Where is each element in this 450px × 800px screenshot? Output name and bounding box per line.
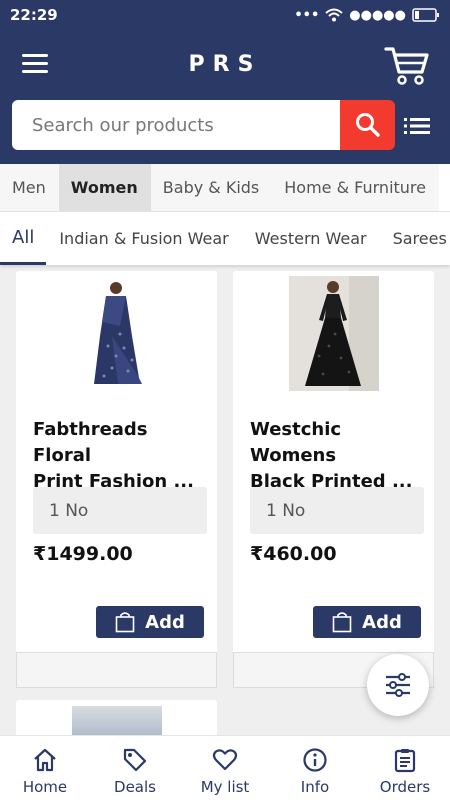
search-field[interactable] (12, 100, 340, 150)
quantity-select[interactable]: 1 No (33, 487, 207, 534)
subtab-western-wear[interactable]: Western Wear (242, 212, 380, 265)
add-to-cart-button[interactable]: Add (96, 606, 204, 638)
search-icon (355, 113, 380, 137)
filter-sliders-icon (386, 673, 410, 697)
cart-icon[interactable] (384, 44, 430, 86)
battery-icon (412, 8, 440, 22)
product-card[interactable]: Fabthreads Floral Print Fashion ... 1 No… (16, 271, 217, 688)
info-icon (303, 748, 327, 772)
list-view-icon[interactable] (404, 116, 430, 136)
tab-women[interactable]: Women (58, 164, 151, 211)
signal-strength-icon: ●●●●● (349, 7, 406, 23)
nav-orders[interactable]: Orders (360, 736, 450, 800)
product-name[interactable]: Fabthreads Floral Print Fashion ... (33, 417, 208, 495)
product-image[interactable] (233, 276, 434, 391)
search-button[interactable] (340, 100, 395, 150)
tab-men[interactable]: Men (0, 164, 59, 211)
nav-my-list[interactable]: My list (180, 736, 270, 800)
tab-home-furniture[interactable]: Home & Furniture (272, 164, 439, 211)
status-icons: ••• ●●●●● (294, 8, 440, 23)
tab-baby-kids[interactable]: Baby & Kids (150, 164, 273, 211)
nav-home[interactable]: Home (0, 736, 90, 800)
signal-dots-icon: ••• (294, 7, 320, 23)
product-price: ₹460.00 (250, 543, 337, 565)
wifi-icon (325, 8, 343, 22)
product-price: ₹1499.00 (33, 543, 133, 565)
app-header: PRS (0, 30, 450, 164)
product-image[interactable] (16, 276, 217, 391)
tag-icon (123, 748, 147, 772)
product-name[interactable]: Westchic Womens Black Printed ... (250, 417, 425, 495)
shopping-bag-icon (332, 612, 352, 633)
shopping-bag-icon (115, 612, 135, 633)
app-title: PRS (188, 52, 262, 77)
subtab-sarees[interactable]: Sarees (380, 212, 450, 265)
bottom-navigation: Home Deals My list Info Orders (0, 735, 450, 800)
quantity-select[interactable]: 1 No (250, 487, 424, 534)
heart-icon (212, 749, 238, 771)
status-bar: 22:29 ••• ●●●●● (0, 0, 450, 30)
nav-info[interactable]: Info (270, 736, 360, 800)
add-to-cart-button[interactable]: Add (313, 606, 421, 638)
product-card[interactable]: Westchic Womens Black Printed ... 1 No ₹… (233, 271, 434, 688)
subcategory-tabs: All Indian & Fusion Wear Western Wear Sa… (0, 212, 450, 265)
search-input[interactable] (32, 114, 340, 136)
home-icon (34, 748, 56, 772)
nav-deals[interactable]: Deals (90, 736, 180, 800)
subtab-all[interactable]: All (0, 212, 47, 265)
clipboard-icon (394, 749, 416, 773)
status-time: 22:29 (10, 6, 58, 24)
card-footer (16, 652, 217, 688)
subtab-indian-fusion-wear[interactable]: Indian & Fusion Wear (46, 212, 241, 265)
category-tabs: Men Women Baby & Kids Home & Furniture (0, 164, 450, 212)
filter-button[interactable] (367, 654, 429, 716)
